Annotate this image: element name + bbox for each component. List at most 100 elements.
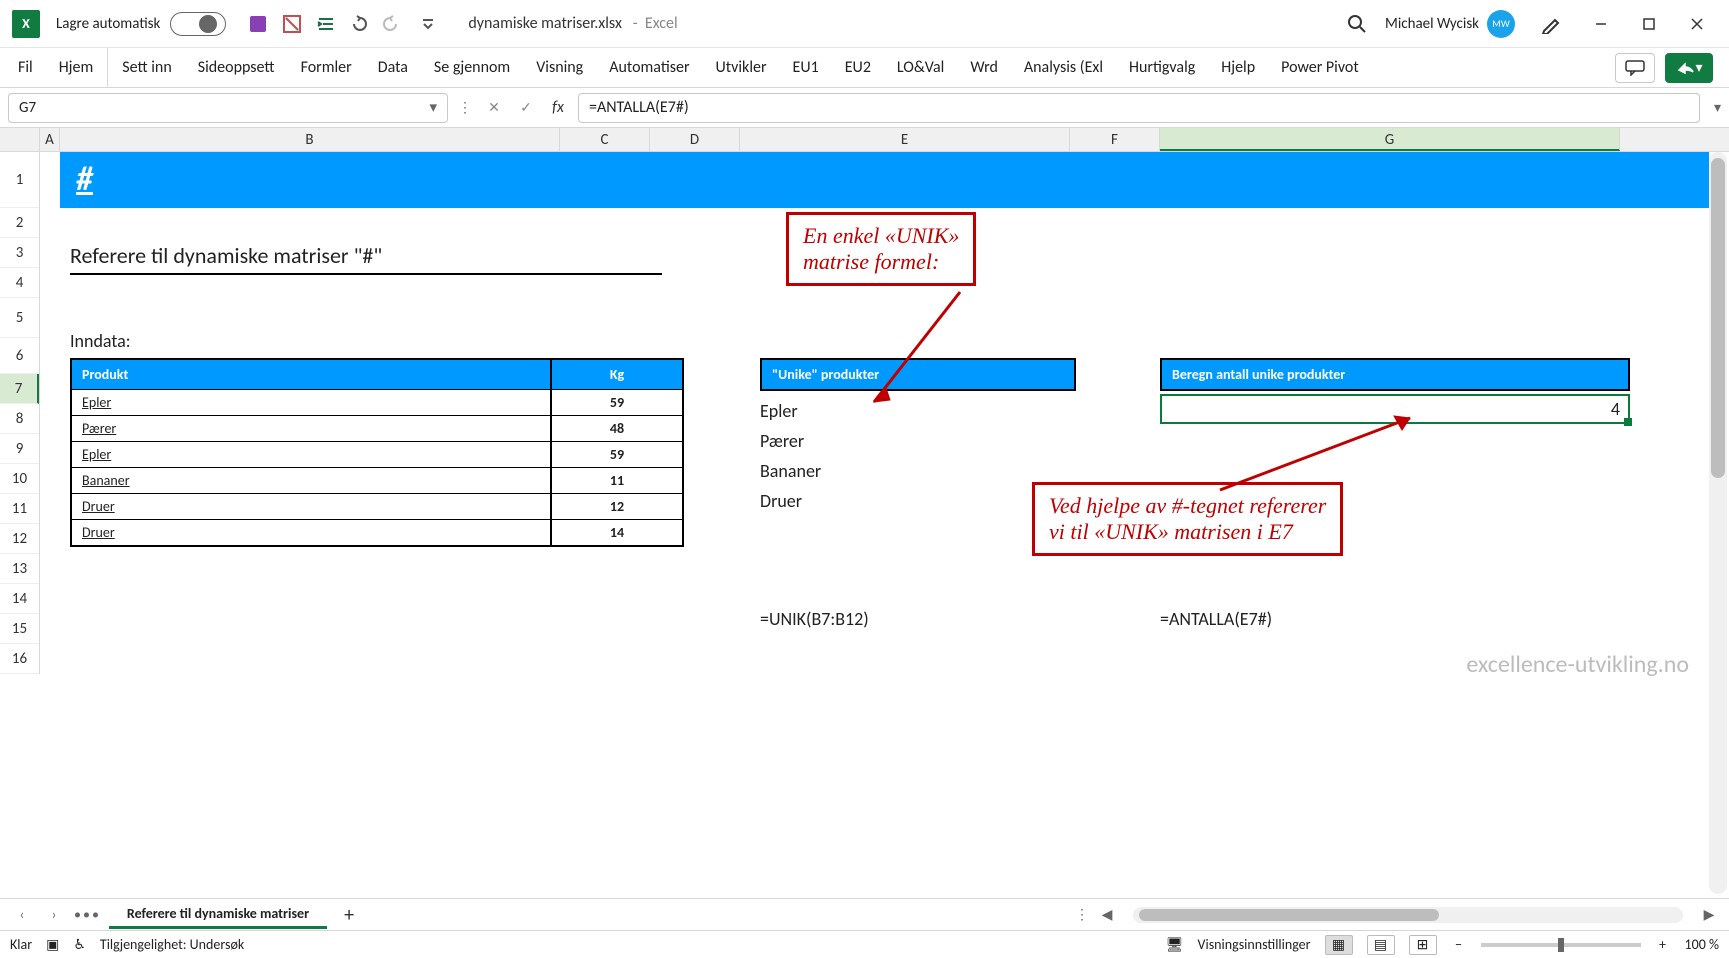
add-sheet-button[interactable]: + — [335, 901, 363, 929]
view-normal-icon[interactable]: ▦ — [1325, 935, 1353, 955]
zoom-slider[interactable] — [1481, 943, 1641, 947]
col-g[interactable]: G — [1160, 128, 1620, 151]
macro-icon[interactable] — [280, 12, 304, 36]
scrollbar-thumb[interactable] — [1139, 909, 1439, 921]
row-8[interactable]: 8 — [0, 404, 39, 434]
minimize-button[interactable] — [1581, 8, 1621, 40]
maximize-button[interactable] — [1629, 8, 1669, 40]
worksheet: A B C D E F G 1 2 3 4 5 6 7 8 9 10 11 12… — [0, 128, 1729, 898]
row-4[interactable]: 4 — [0, 268, 39, 298]
tab-hurtigvalg[interactable]: Hurtigvalg — [1117, 48, 1207, 88]
tab-powerpivot[interactable]: Power Pivot — [1269, 48, 1371, 88]
col-e[interactable]: E — [740, 128, 1070, 151]
row-3[interactable]: 3 — [0, 238, 39, 268]
redo-icon[interactable] — [382, 12, 406, 36]
tab-loval[interactable]: LO&Val — [885, 48, 956, 88]
row-14[interactable]: 14 — [0, 584, 39, 614]
avatar: MW — [1487, 10, 1515, 38]
search-icon[interactable] — [1345, 12, 1369, 36]
undo-icon[interactable] — [348, 12, 372, 36]
display-settings-label[interactable]: Visningsinnstillinger — [1198, 936, 1311, 953]
tab-formler[interactable]: Formler — [289, 48, 364, 88]
row-9[interactable]: 9 — [0, 434, 39, 464]
row-10[interactable]: 10 — [0, 464, 39, 494]
save-icon[interactable] — [246, 12, 270, 36]
tab-overflow-icon[interactable]: ••• — [74, 906, 101, 923]
row-1[interactable]: 1 — [0, 152, 39, 208]
view-pagelayout-icon[interactable]: ▤ — [1367, 935, 1395, 955]
col-b[interactable]: B — [60, 128, 560, 151]
formula-label-e: =UNIK(B7:B12) — [760, 608, 869, 630]
pen-icon[interactable] — [1539, 12, 1563, 36]
formula-input[interactable]: =ANTALLA(E7#) — [578, 93, 1700, 123]
qat-dropdown-icon[interactable] — [416, 12, 440, 36]
tab-segjennom[interactable]: Se gjennom — [422, 48, 522, 88]
row-16[interactable]: 16 — [0, 644, 39, 674]
zoom-level[interactable]: 100 % — [1685, 936, 1719, 953]
chevron-down-icon[interactable]: ▾ — [429, 98, 437, 117]
row-13[interactable]: 13 — [0, 554, 39, 584]
tab-automatiser[interactable]: Automatiser — [597, 48, 701, 88]
tab-hjem[interactable]: Hjem — [47, 48, 109, 88]
tab-hjelp[interactable]: Hjelp — [1209, 48, 1267, 88]
fx-icon[interactable]: fx — [546, 96, 570, 120]
tab-sideoppsett[interactable]: Sideoppsett — [186, 48, 287, 88]
tab-fil[interactable]: Fil — [6, 48, 45, 88]
arrow-icon — [860, 282, 980, 422]
col-c[interactable]: C — [560, 128, 650, 151]
row-5[interactable]: 5 — [0, 298, 39, 338]
vertical-scrollbar[interactable] — [1709, 152, 1727, 894]
tab-prev-icon[interactable]: ‹ — [10, 903, 34, 927]
hscroll-right-icon[interactable]: ▶ — [1699, 906, 1719, 923]
row-11[interactable]: 11 — [0, 494, 39, 524]
grid[interactable]: # Referere til dynamiske matriser "#" In… — [40, 152, 1729, 898]
status-ready: Klar — [10, 936, 32, 953]
cancel-formula-icon[interactable]: ✕ — [482, 96, 506, 120]
formula-expand-icon[interactable]: ▾ — [1714, 99, 1721, 116]
autosave-toggle[interactable] — [170, 12, 226, 36]
comments-button[interactable] — [1615, 53, 1655, 83]
row-7[interactable]: 7 — [0, 374, 39, 404]
col-d[interactable]: D — [650, 128, 740, 151]
tab-settinn[interactable]: Sett inn — [110, 48, 183, 88]
view-pagebreak-icon[interactable]: ⊞ — [1409, 935, 1437, 955]
col-a[interactable]: A — [40, 128, 60, 151]
share-button[interactable]: ▾ — [1665, 53, 1713, 83]
select-all-corner[interactable] — [0, 128, 40, 151]
accept-formula-icon[interactable]: ✓ — [514, 96, 538, 120]
col-f[interactable]: F — [1070, 128, 1160, 151]
close-button[interactable] — [1677, 8, 1717, 40]
scrollbar-thumb[interactable] — [1711, 158, 1725, 478]
tab-utvikler[interactable]: Utvikler — [704, 48, 779, 88]
tab-analysis[interactable]: Analysis (Exl — [1012, 48, 1115, 88]
row-6[interactable]: 6 — [0, 338, 39, 374]
app-name-suffix: - — [626, 14, 645, 33]
accessibility-label: Tilgjengelighet: Undersøk — [100, 936, 244, 953]
row-15[interactable]: 15 — [0, 614, 39, 644]
row-12[interactable]: 12 — [0, 524, 39, 554]
hscroll-left-icon[interactable]: ◀ — [1097, 906, 1117, 923]
row-2[interactable]: 2 — [0, 208, 39, 238]
indent-icon[interactable] — [314, 12, 338, 36]
tab-wrd[interactable]: Wrd — [958, 48, 1010, 88]
tab-data[interactable]: Data — [366, 48, 420, 88]
name-box[interactable]: G7 ▾ — [8, 93, 448, 123]
banner: # — [60, 152, 1709, 208]
display-settings-icon[interactable]: 🖥 — [1166, 936, 1184, 953]
tab-next-icon[interactable]: › — [42, 903, 66, 927]
tab-visning[interactable]: Visning — [524, 48, 595, 88]
tab-eu2[interactable]: EU2 — [833, 48, 883, 88]
list-item: Druer — [760, 486, 821, 516]
table-row: Druer12 — [72, 493, 682, 519]
macro-record-icon[interactable]: ▣ — [46, 936, 59, 953]
formula-text: =ANTALLA(E7#) — [589, 98, 689, 117]
zoom-out-button[interactable]: − — [1451, 936, 1467, 953]
sheet-options-icon[interactable]: ⋮ — [1075, 906, 1089, 923]
horizontal-scrollbar[interactable] — [1133, 907, 1683, 923]
sheet-tab-active[interactable]: Referere til dynamiske matriser — [109, 901, 327, 929]
zoom-in-button[interactable]: + — [1655, 936, 1671, 953]
user-account[interactable]: Michael Wycisk MW — [1385, 10, 1515, 38]
tab-eu1[interactable]: EU1 — [781, 48, 831, 88]
accessibility-icon[interactable]: ♿︎ — [73, 936, 86, 953]
col-kg: Kg — [552, 360, 682, 389]
